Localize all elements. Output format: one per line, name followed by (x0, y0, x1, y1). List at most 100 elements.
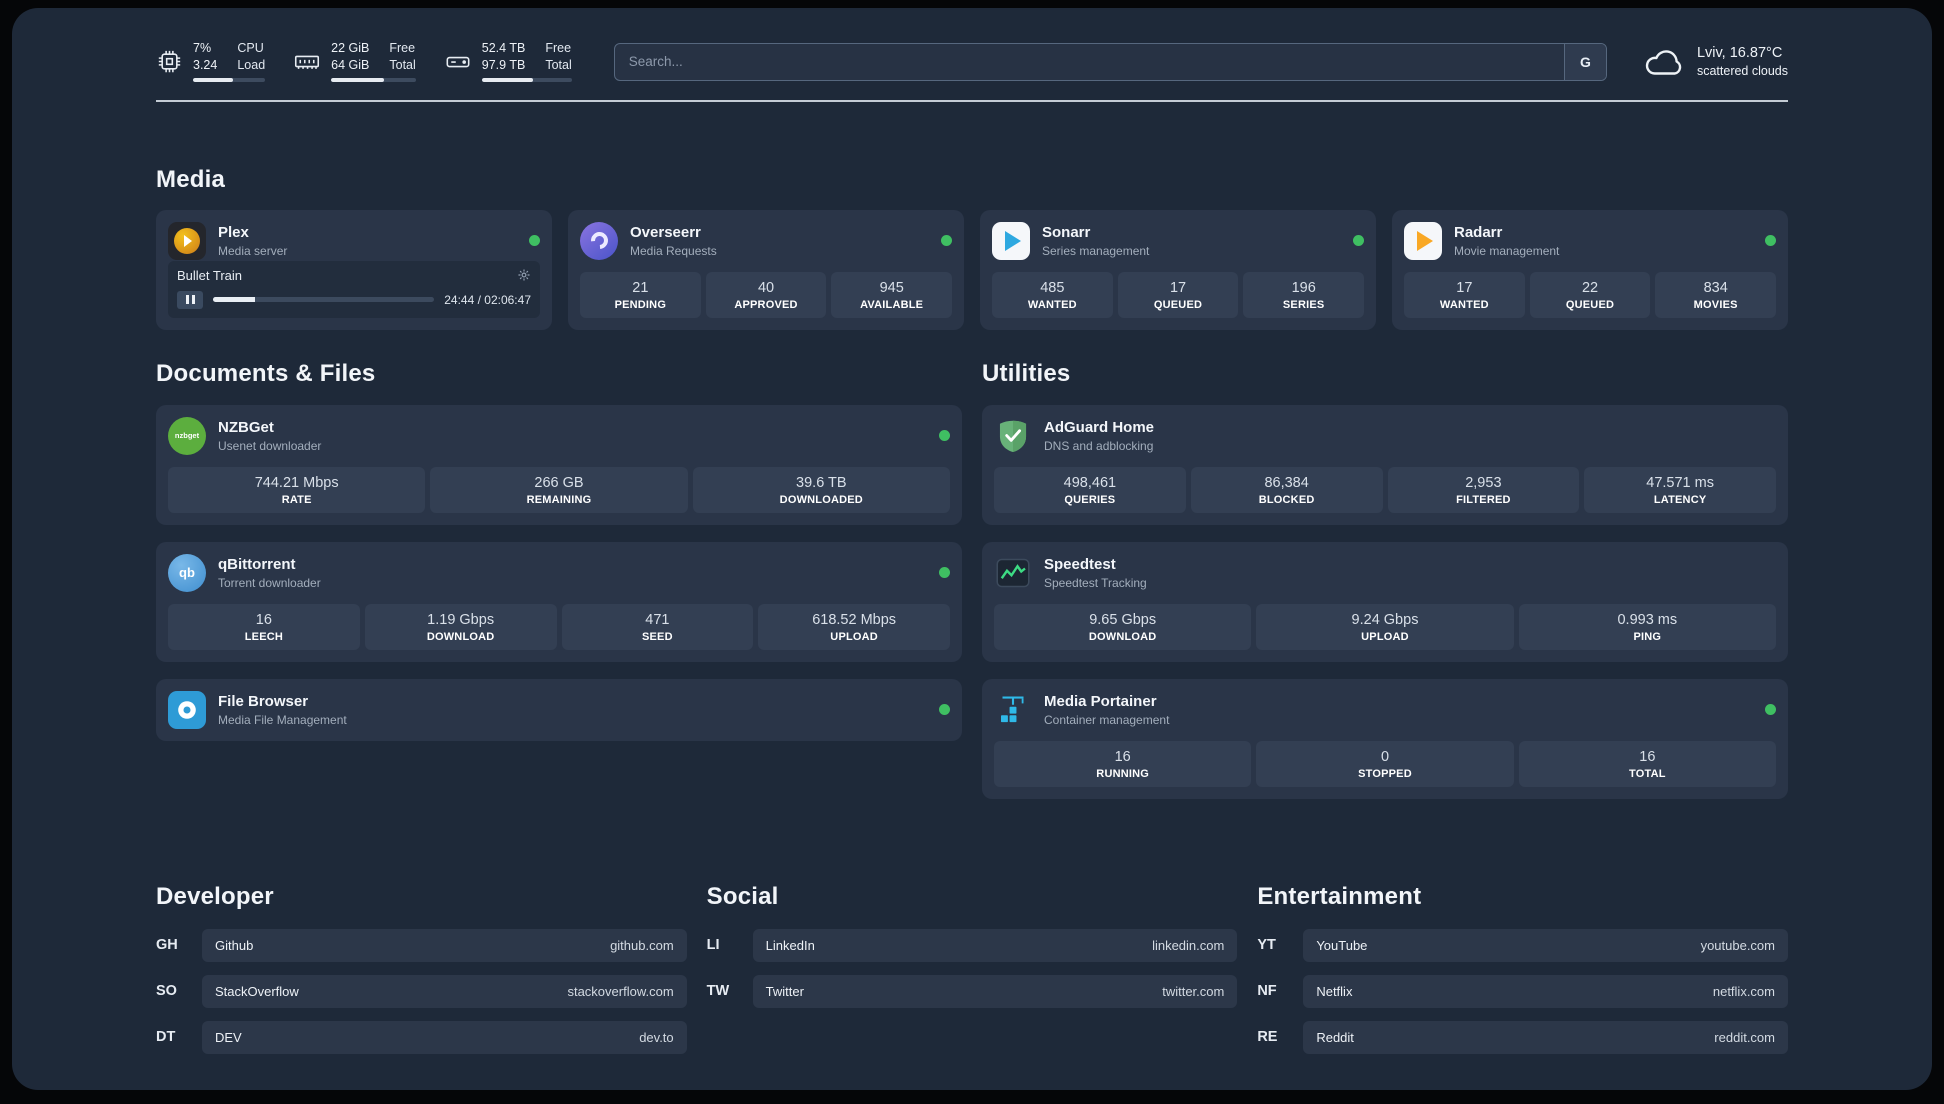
link-row-stackoverflow[interactable]: SO StackOverflow stackoverflow.com (156, 974, 687, 1008)
search-engine-button[interactable]: G (1563, 43, 1606, 80)
app-name: Speedtest (1044, 555, 1116, 573)
app-name: AdGuard Home (1044, 418, 1155, 436)
weather-condition: scattered clouds (1696, 64, 1788, 79)
link-abbr: TW (706, 983, 730, 999)
adguard-stats: 498,461 QUERIES 86,384 BLOCKED 2,953 FIL… (994, 466, 1776, 513)
utilities-column: Utilities AdGuard Home DNS and adblockin… (982, 360, 1788, 799)
stat-available: 945 AVAILABLE (831, 271, 953, 318)
radarr-stats: 17 WANTED 22 QUEUED 834 MOVIES (1404, 260, 1777, 318)
ram-usage-fill (331, 77, 384, 82)
app-description: DNS and adblocking (1044, 438, 1154, 453)
app-name: File Browser (218, 692, 309, 710)
app-card-overseerr[interactable]: Overseerr Media Requests 21 PENDING 40 A… (568, 209, 964, 330)
app-card-radarr[interactable]: Radarr Movie management 17 WANTED 22 QUE… (1392, 209, 1788, 330)
documents-column: Documents & Files nzbget NZBGet Usenet d… (156, 360, 962, 741)
link-row-github[interactable]: GH Github github.com (156, 928, 687, 962)
app-description: Movie management (1454, 243, 1560, 258)
app-card-adguard[interactable]: AdGuard Home DNS and adblocking 498,461 … (982, 404, 1788, 525)
app-name: Radarr (1454, 223, 1503, 241)
filebrowser-icon (168, 690, 206, 729)
link-row-youtube[interactable]: YT YouTube youtube.com (1257, 928, 1788, 962)
app-name: Media Portainer (1044, 692, 1157, 710)
app-card-qbittorrent[interactable]: qb qBittorrent Torrent downloader 16 LEE… (156, 541, 962, 662)
disk-widget: 52.4 TB 97.9 TB Free Total (444, 41, 572, 82)
cpu-icon (156, 42, 183, 82)
stat-latency: 47.571 ms LATENCY (1584, 466, 1776, 513)
app-description: Series management (1042, 243, 1150, 258)
cloud-icon (1643, 45, 1685, 78)
link-box[interactable]: Github github.com (202, 928, 687, 962)
entertainment-links: Entertainment YT YouTube youtube.com NF … (1257, 883, 1788, 1067)
link-abbr: LI (706, 937, 720, 953)
pause-button[interactable] (177, 290, 203, 309)
stat-leech: 16 LEECH (168, 603, 360, 650)
playback-progress-bar (213, 297, 435, 302)
ram-free-value: 22 GiB (331, 41, 370, 55)
status-online-dot (1765, 704, 1776, 715)
plex-icon (168, 221, 206, 260)
cpu-usage-bar (193, 77, 266, 82)
sonarr-stats: 485 WANTED 17 QUEUED 196 SERIES (992, 260, 1365, 318)
search-input[interactable] (614, 43, 1564, 80)
nzbget-stats: 744.21 Mbps RATE 266 GB REMAINING 39.6 T… (168, 466, 950, 513)
link-box[interactable]: LinkedIn linkedin.com (752, 928, 1238, 962)
portainer-crane-icon (994, 691, 1032, 729)
section-title-developer: Developer (156, 882, 274, 910)
app-card-portainer[interactable]: Media Portainer Container management 16 … (982, 678, 1788, 799)
link-row-netflix[interactable]: NF Netflix netflix.com (1257, 974, 1788, 1008)
stat-total: 16 TOTAL (1518, 740, 1776, 787)
stat-queued: 22 QUEUED (1529, 271, 1651, 318)
app-card-filebrowser[interactable]: File Browser Media File Management (156, 678, 962, 741)
disk-free-label: Free (545, 41, 572, 55)
app-card-nzbget[interactable]: nzbget NZBGet Usenet downloader 744.21 M… (156, 404, 962, 525)
search-bar[interactable]: G (613, 42, 1607, 81)
link-abbr: SO (156, 983, 177, 999)
stat-blocked: 86,384 BLOCKED (1190, 466, 1383, 513)
app-name: Overseerr (630, 223, 701, 241)
link-row-twitter[interactable]: TW Twitter twitter.com (706, 974, 1238, 1008)
qbittorrent-stats: 16 LEECH 1.19 Gbps DOWNLOAD 471 SEED 618… (168, 603, 950, 650)
link-box[interactable]: Netflix netflix.com (1303, 974, 1788, 1008)
link-row-linkedin[interactable]: LI LinkedIn linkedin.com (706, 928, 1238, 962)
app-card-plex[interactable]: Plex Media server Bullet Train 24:44 / 0… (156, 209, 552, 330)
disk-total-value: 97.9 TB (481, 57, 526, 72)
link-abbr: RE (1257, 1029, 1278, 1045)
link-box[interactable]: StackOverflow stackoverflow.com (202, 974, 687, 1008)
link-box[interactable]: Twitter twitter.com (752, 974, 1238, 1008)
app-description: Media Requests (630, 243, 717, 258)
section-title-social: Social (706, 882, 779, 910)
cpu-load-average: 3.24 (193, 57, 218, 72)
section-title-utilities: Utilities (982, 359, 1071, 387)
developer-links: Developer GH Github github.com SO StackO… (156, 883, 687, 1067)
now-playing-title: Bullet Train (177, 267, 243, 283)
status-online-dot (939, 567, 950, 578)
status-online-dot (1353, 235, 1364, 246)
stat-upload: 618.52 Mbps UPLOAD (758, 603, 950, 650)
stat-wanted: 485 WANTED (992, 271, 1113, 318)
app-card-sonarr[interactable]: Sonarr Series management 485 WANTED 17 Q… (980, 209, 1376, 330)
app-description: Usenet downloader (218, 438, 322, 453)
link-box[interactable]: DEV dev.to (202, 1020, 687, 1054)
app-description: Container management (1044, 712, 1170, 727)
stat-stopped: 0 STOPPED (1256, 740, 1514, 787)
settings-gear-icon[interactable] (517, 268, 531, 282)
ram-widget: 22 GiB 64 GiB Free Total (293, 41, 416, 82)
playback-time: 24:44 / 02:06:47 (444, 292, 531, 307)
speedtest-chart-icon (994, 554, 1032, 592)
weather-location: Lviv, 16.87°C (1696, 45, 1783, 62)
stat-downloaded: 39.6 TB DOWNLOADED (692, 466, 950, 513)
app-card-speedtest[interactable]: Speedtest Speedtest Tracking 9.65 Gbps D… (982, 541, 1788, 662)
bookmark-section: Developer GH Github github.com SO StackO… (156, 883, 1788, 1091)
stat-download: 1.19 Gbps DOWNLOAD (364, 603, 557, 650)
link-row-dev[interactable]: DT DEV dev.to (156, 1020, 687, 1054)
stat-rate: 744.21 Mbps RATE (168, 466, 426, 513)
link-box[interactable]: YouTube youtube.com (1303, 928, 1788, 962)
ram-icon (293, 42, 321, 82)
stat-approved: 40 APPROVED (705, 271, 827, 318)
link-abbr: DT (156, 1029, 176, 1045)
link-box[interactable]: Reddit reddit.com (1303, 1020, 1788, 1054)
overseerr-stats: 21 PENDING 40 APPROVED 945 AVAILABLE (580, 260, 953, 318)
cpu-usage-fill (193, 77, 234, 82)
link-row-reddit[interactable]: RE Reddit reddit.com (1257, 1020, 1788, 1054)
cpu-label: CPU (237, 41, 264, 55)
